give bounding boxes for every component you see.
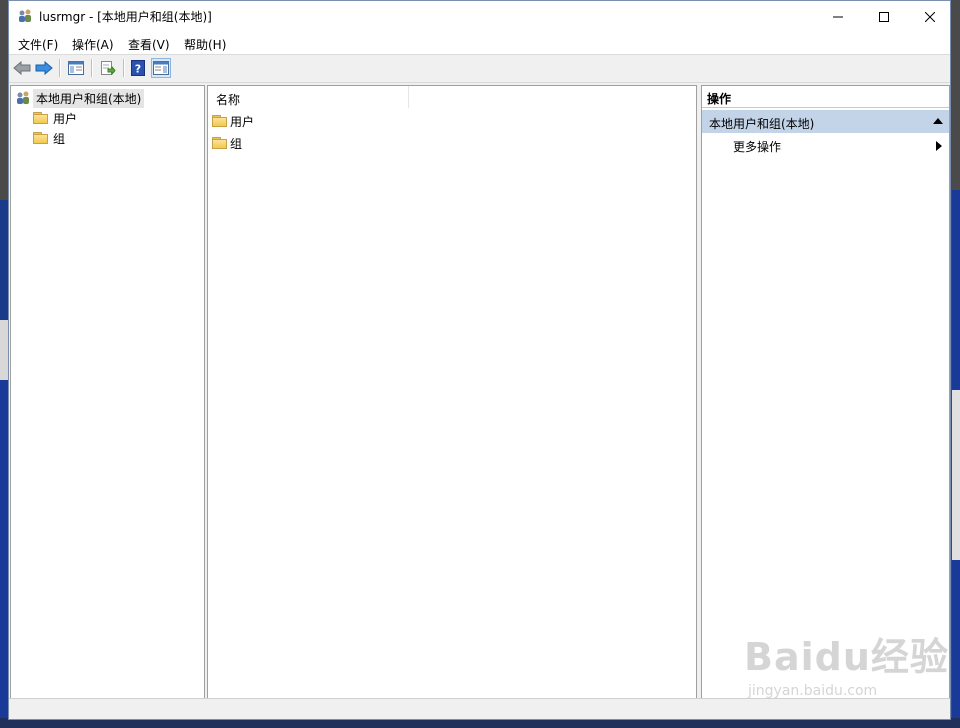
back-button[interactable] [12,58,32,78]
maximize-button[interactable] [861,1,907,32]
action-more-actions[interactable]: 更多操作 [733,138,781,155]
lusrmgr-window: lusrmgr - [本地用户和组(本地)] 文件(F) 操作(A) 查看(V)… [8,0,951,720]
close-button[interactable] [907,1,953,32]
minimize-icon [833,16,843,17]
results-list-pane[interactable]: 名称 用户 组 [207,85,697,699]
tree-item-label: 用户 [53,111,78,126]
tree-root-local-users-groups[interactable]: 本地用户和组(本地) [15,88,145,108]
maximize-icon [879,11,889,22]
show-hide-tree-button[interactable] [66,58,86,78]
console-tree-pane[interactable]: 本地用户和组(本地) 用户 组 [10,85,205,699]
desktop-background-right [952,0,960,728]
menu-view[interactable]: 查看(V) [128,36,170,53]
list-item[interactable]: 组 [212,134,242,152]
folder-icon [33,112,48,124]
list-item-label: 用户 [230,114,255,129]
column-header-label: 名称 [216,93,241,107]
status-bar [9,698,950,719]
list-item-label: 组 [230,136,243,151]
actions-section-local-users-groups[interactable]: 本地用户和组(本地) [702,110,949,133]
toolbar-separator [59,59,61,77]
forward-icon [35,61,53,75]
actions-header-label: 操作 [707,92,732,106]
tree-root-label: 本地用户和组(本地) [33,88,145,108]
window-title: lusrmgr - [本地用户和组(本地)] [39,10,212,24]
folder-icon [212,137,227,149]
toolbar-separator [91,59,93,77]
title-bar[interactable]: lusrmgr - [本地用户和组(本地)] [9,1,950,32]
users-groups-app-icon [19,9,31,22]
show-hide-action-pane-button[interactable] [151,58,171,78]
tree-item-users[interactable]: 用户 [33,109,77,127]
folder-icon [33,132,48,144]
watermark-sub: jingyan.baidu.com [748,683,878,699]
svg-text:?: ? [135,63,141,76]
menu-help[interactable]: 帮助(H) [184,36,226,53]
collapse-up-icon[interactable] [933,118,943,124]
forward-button[interactable] [34,58,54,78]
list-item[interactable]: 用户 [212,112,254,130]
menu-file[interactable]: 文件(F) [18,36,58,53]
users-groups-icon [17,91,29,104]
menu-bar: 文件(F) 操作(A) 查看(V) 帮助(H) [9,32,950,55]
submenu-arrow-icon[interactable] [936,141,942,151]
desktop-background-left [0,0,8,728]
export-list-button[interactable] [98,58,118,78]
help-icon: ? [131,60,145,76]
list-header: 名称 [208,86,696,109]
back-icon [13,61,31,75]
watermark: Baidu经验 jingyan.baidu.com [744,626,949,699]
menu-action[interactable]: 操作(A) [72,36,114,53]
toolbar-separator [123,59,125,77]
actions-pane: 操作 本地用户和组(本地) 更多操作 [701,85,950,699]
actions-header: 操作 [702,86,949,108]
folder-icon [212,115,227,127]
watermark-main: Baidu经验 [744,635,949,679]
column-header-name[interactable]: 名称 [208,86,409,108]
show-hide-tree-icon [68,61,84,75]
help-button[interactable]: ? [128,58,148,78]
close-icon [925,11,935,22]
tree-item-groups[interactable]: 组 [33,129,65,147]
toolbar: ? [9,55,950,83]
tree-item-label: 组 [53,131,66,146]
show-hide-action-pane-icon [153,61,169,75]
minimize-button[interactable] [815,1,861,32]
actions-section-label: 本地用户和组(本地) [709,117,815,131]
export-list-icon [101,61,116,76]
